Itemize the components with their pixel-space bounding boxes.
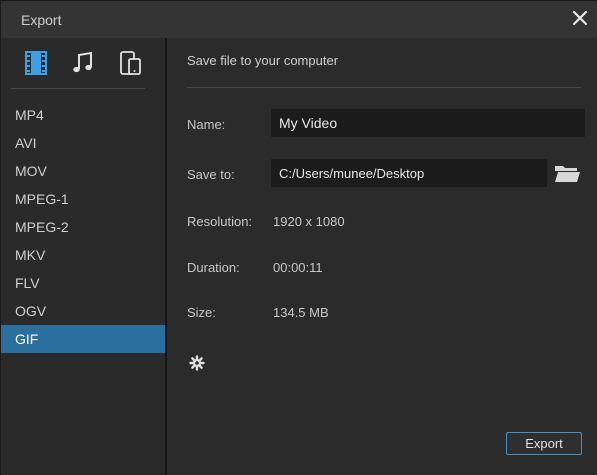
size-value: 134.5 MB (273, 305, 329, 320)
resolution-label: Resolution: (187, 214, 253, 229)
format-item-ogv[interactable]: OGV (1, 297, 165, 325)
format-item-mov[interactable]: MOV (1, 157, 165, 185)
title-bar: Export (1, 1, 597, 38)
gear-icon[interactable] (189, 355, 205, 371)
music-note-icon[interactable] (70, 50, 96, 76)
export-settings-panel: Save file to your computer Name: Save to… (167, 38, 597, 475)
format-list: MP4 AVI MOV MPEG-1 MPEG-2 MKV FLV OGV GIF (1, 101, 165, 353)
name-field[interactable] (271, 109, 585, 137)
name-label: Name: (187, 117, 226, 132)
format-item-avi[interactable]: AVI (1, 129, 165, 157)
category-tabs (1, 50, 165, 78)
sidebar-divider (11, 88, 145, 89)
section-heading: Save file to your computer (187, 53, 339, 68)
format-sidebar: MP4 AVI MOV MPEG-1 MPEG-2 MKV FLV OGV GIF (1, 38, 167, 475)
devices-icon[interactable] (118, 50, 144, 76)
format-item-flv[interactable]: FLV (1, 269, 165, 297)
export-dialog: Export MP4 AVI MOV MPEG-1 MPEG-2 MKV FLV… (0, 0, 597, 475)
save-path-field[interactable] (271, 159, 547, 187)
save-to-label: Save to: (187, 167, 235, 182)
folder-icon[interactable] (552, 161, 582, 185)
resolution-value: 1920 x 1080 (273, 214, 345, 229)
film-icon[interactable] (23, 50, 49, 76)
dialog-title: Export (21, 12, 62, 28)
duration-value: 00:00:11 (273, 260, 323, 275)
format-item-mp4[interactable]: MP4 (1, 101, 165, 129)
close-icon[interactable] (570, 8, 590, 28)
size-label: Size: (187, 305, 216, 320)
section-divider (187, 87, 581, 88)
format-item-mpeg-1[interactable]: MPEG-1 (1, 185, 165, 213)
format-item-mpeg-2[interactable]: MPEG-2 (1, 213, 165, 241)
format-item-gif[interactable]: GIF (1, 325, 165, 353)
duration-label: Duration: (187, 260, 240, 275)
export-button[interactable]: Export (506, 432, 582, 455)
format-item-mkv[interactable]: MKV (1, 241, 165, 269)
